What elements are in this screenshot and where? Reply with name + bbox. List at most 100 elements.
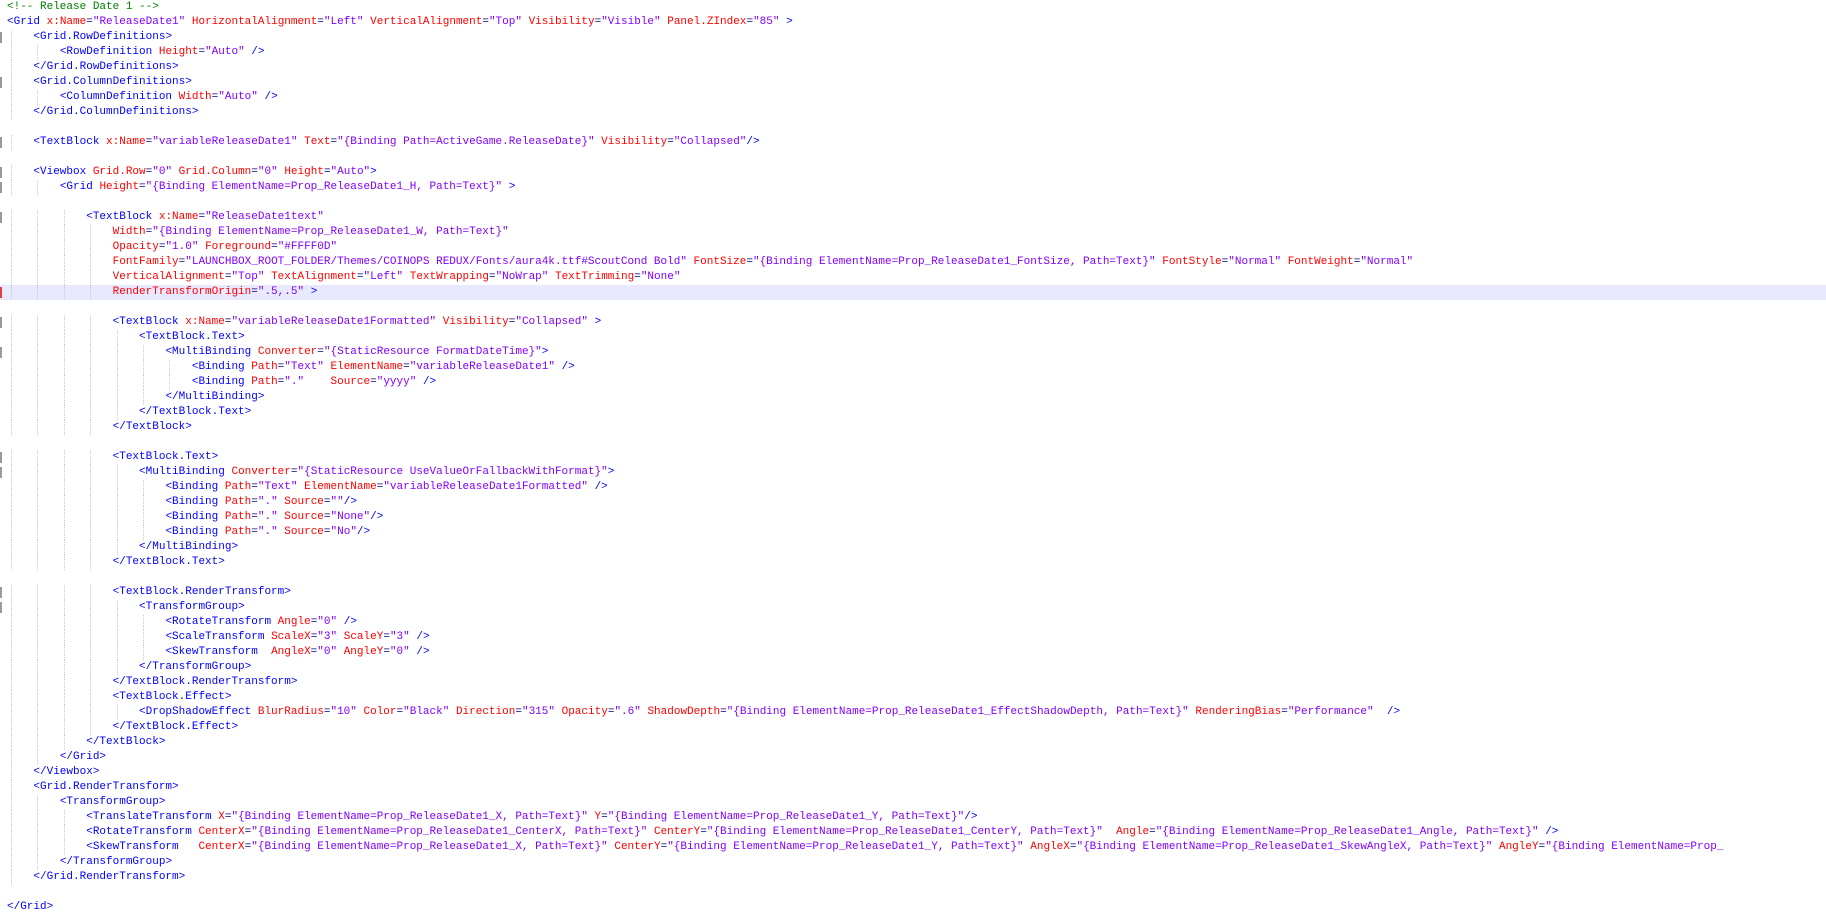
code-line[interactable]: <MultiBinding Converter="{StaticResource… [0, 465, 1826, 480]
code-line[interactable]: <TextBlock x:Name="variableReleaseDate1F… [0, 315, 1826, 330]
code-line[interactable]: </TextBlock> [0, 735, 1826, 750]
code-line[interactable]: <!-- Release Date 1 --> [0, 0, 1826, 15]
code-text: <Grid Height="{Binding ElementName=Prop_… [59, 181, 516, 193]
code-line[interactable]: </TextBlock.RenderTransform> [0, 675, 1826, 690]
code-line[interactable]: </TextBlock.Text> [0, 405, 1826, 420]
code-text: <SkewTransform CenterX="{Binding Element… [86, 841, 1724, 853]
code-text: <TransformGroup> [59, 796, 166, 808]
code-editor[interactable]: <!-- Release Date 1 --> <Grid x:Name="Rel… [0, 0, 1826, 920]
code-line[interactable]: </TextBlock.Effect> [0, 720, 1826, 735]
code-line[interactable] [0, 195, 1826, 210]
code-line[interactable]: </MultiBinding> [0, 540, 1826, 555]
code-text: </TextBlock> [112, 421, 192, 433]
code-line[interactable]: </Viewbox> [0, 765, 1826, 780]
code-line[interactable] [0, 150, 1826, 165]
code-text: <RowDefinition Height="Auto" /> [59, 46, 265, 58]
change-marker [0, 452, 2, 463]
code-text: </Grid.RowDefinitions> [33, 61, 179, 73]
code-line[interactable]: <TranslateTransform X="{Binding ElementN… [0, 810, 1826, 825]
code-text: <TextBlock.RenderTransform> [112, 586, 291, 598]
code-line[interactable]: <SkewTransform AngleX="0" AngleY="0" /> [0, 645, 1826, 660]
change-marker [0, 287, 2, 298]
code-line[interactable]: </Grid.RowDefinitions> [0, 60, 1826, 75]
code-line[interactable]: <TransformGroup> [0, 795, 1826, 810]
code-line[interactable]: </MultiBinding> [0, 390, 1826, 405]
code-line[interactable]: <TextBlock x:Name="variableReleaseDate1"… [0, 135, 1826, 150]
code-text: <Grid.RowDefinitions> [33, 31, 173, 43]
code-text: <Binding Path="." Source=""/> [165, 496, 357, 508]
code-text: </TextBlock.Text> [139, 406, 252, 418]
code-line[interactable]: <Grid Height="{Binding ElementName=Prop_… [0, 180, 1826, 195]
code-text: <TextBlock x:Name="variableReleaseDate1F… [112, 316, 602, 328]
code-text: <!-- Release Date 1 --> [7, 1, 159, 13]
code-line[interactable]: <Binding Path="." Source="yyyy" /> [0, 375, 1826, 390]
code-line[interactable]: <TextBlock.Text> [0, 330, 1826, 345]
code-line[interactable]: <MultiBinding Converter="{StaticResource… [0, 345, 1826, 360]
code-line[interactable]: <DropShadowEffect BlurRadius="10" Color=… [0, 705, 1826, 720]
code-line[interactable]: </Grid.ColumnDefinitions> [0, 105, 1826, 120]
code-line[interactable]: <Binding Path="Text" ElementName="variab… [0, 360, 1826, 375]
code-line[interactable]: <ScaleTransform ScaleX="3" ScaleY="3" /> [0, 630, 1826, 645]
code-line[interactable] [0, 570, 1826, 585]
code-line[interactable]: <TransformGroup> [0, 600, 1826, 615]
code-line[interactable]: <TextBlock.Effect> [0, 690, 1826, 705]
change-marker [0, 182, 2, 193]
code-line[interactable] [0, 885, 1826, 900]
code-line[interactable]: <Binding Path="." Source=""/> [0, 495, 1826, 510]
code-line[interactable]: RenderTransformOrigin=".5,.5" > [0, 285, 1826, 300]
code-text: </Grid> [59, 751, 107, 763]
code-text: <SkewTransform AngleX="0" AngleY="0" /> [165, 646, 430, 658]
code-line[interactable]: <Binding Path="." Source="No"/> [0, 525, 1826, 540]
code-line[interactable]: <Grid.RenderTransform> [0, 780, 1826, 795]
code-text: <Viewbox Grid.Row="0" Grid.Column="0" He… [33, 166, 377, 178]
code-line[interactable]: <Grid.ColumnDefinitions> [0, 75, 1826, 90]
code-text: </TextBlock.Effect> [112, 721, 239, 733]
code-text: <DropShadowEffect BlurRadius="10" Color=… [139, 706, 1401, 718]
code-text: Width="{Binding ElementName=Prop_Release… [112, 226, 509, 238]
code-line[interactable]: <TextBlock x:Name="ReleaseDate1text" [0, 210, 1826, 225]
code-line[interactable] [0, 120, 1826, 135]
code-text: <ColumnDefinition Width="Auto" /> [59, 91, 278, 103]
code-text: </MultiBinding> [139, 541, 239, 553]
code-line[interactable]: FontFamily="LAUNCHBOX_ROOT_FOLDER/Themes… [0, 255, 1826, 270]
code-text: <Binding Path="Text" ElementName="variab… [191, 361, 575, 373]
code-line[interactable]: </TransformGroup> [0, 855, 1826, 870]
code-text: <ScaleTransform ScaleX="3" ScaleY="3" /> [165, 631, 430, 643]
code-line[interactable]: <RotateTransform Angle="0" /> [0, 615, 1826, 630]
code-line[interactable]: Opacity="1.0" Foreground="#FFFF0D" [0, 240, 1826, 255]
code-text: <MultiBinding Converter="{StaticResource… [165, 346, 549, 358]
code-text: </TextBlock.RenderTransform> [112, 676, 298, 688]
code-line[interactable]: <ColumnDefinition Width="Auto" /> [0, 90, 1826, 105]
code-line[interactable]: <Viewbox Grid.Row="0" Grid.Column="0" He… [0, 165, 1826, 180]
code-text: </TransformGroup> [59, 856, 173, 868]
code-text: <Grid.RenderTransform> [33, 781, 179, 793]
code-line[interactable]: </TextBlock> [0, 420, 1826, 435]
code-line[interactable]: <TextBlock.RenderTransform> [0, 585, 1826, 600]
code-line[interactable]: <SkewTransform CenterX="{Binding Element… [0, 840, 1826, 855]
change-marker [0, 317, 2, 328]
code-line[interactable]: <Binding Path="Text" ElementName="variab… [0, 480, 1826, 495]
code-line[interactable] [0, 435, 1826, 450]
code-text: Opacity="1.0" Foreground="#FFFF0D" [112, 241, 338, 253]
code-line[interactable]: <Grid x:Name="ReleaseDate1" HorizontalAl… [0, 15, 1826, 30]
code-line[interactable]: </Grid> [0, 900, 1826, 915]
code-line[interactable]: </Grid> [0, 750, 1826, 765]
code-line[interactable] [0, 300, 1826, 315]
code-text: <Grid.ColumnDefinitions> [33, 76, 192, 88]
code-line[interactable]: <TextBlock.Text> [0, 450, 1826, 465]
code-line[interactable]: VerticalAlignment="Top" TextAlignment="L… [0, 270, 1826, 285]
code-line[interactable]: </Grid.RenderTransform> [0, 870, 1826, 885]
code-text: RenderTransformOrigin=".5,.5" > [112, 286, 318, 298]
code-text: <TextBlock.Text> [139, 331, 245, 343]
code-line[interactable]: Width="{Binding ElementName=Prop_Release… [0, 225, 1826, 240]
code-line[interactable]: </TransformGroup> [0, 660, 1826, 675]
code-text: </TransformGroup> [139, 661, 252, 673]
code-line[interactable]: <Grid.RowDefinitions> [0, 30, 1826, 45]
code-line[interactable]: <RowDefinition Height="Auto" /> [0, 45, 1826, 60]
code-line[interactable]: <Binding Path="." Source="None"/> [0, 510, 1826, 525]
code-text: </Grid.ColumnDefinitions> [33, 106, 199, 118]
code-line[interactable]: </TextBlock.Text> [0, 555, 1826, 570]
change-marker [0, 137, 2, 148]
code-line[interactable]: <RotateTransform CenterX="{Binding Eleme… [0, 825, 1826, 840]
code-text: <Binding Path="." Source="None"/> [165, 511, 384, 523]
